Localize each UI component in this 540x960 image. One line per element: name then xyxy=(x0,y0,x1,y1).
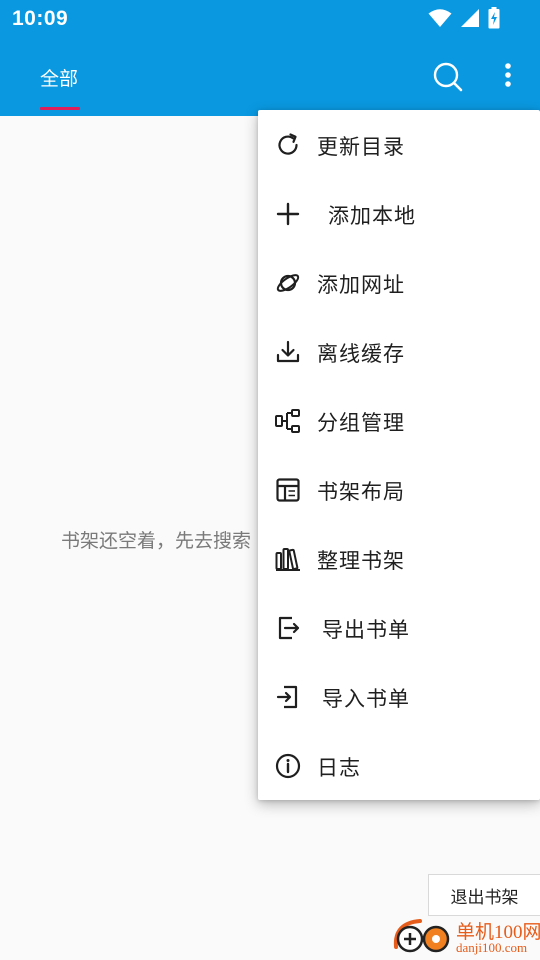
exit-bookshelf-button[interactable]: 退出书架 xyxy=(428,874,540,916)
search-icon xyxy=(433,62,463,92)
battery-icon xyxy=(488,7,500,29)
planet-icon xyxy=(274,269,302,297)
menu-item-group-manage[interactable]: 分组管理 xyxy=(258,386,540,455)
menu-item-label: 导入书单 xyxy=(322,687,410,711)
menu-item-add-url[interactable]: 添加网址 xyxy=(258,248,540,317)
menu-item-label: 书架布局 xyxy=(317,480,405,504)
menu-item-update-catalog[interactable]: 更新目录 xyxy=(258,110,540,179)
plus-icon xyxy=(274,200,302,228)
download-icon xyxy=(274,338,302,366)
info-icon xyxy=(274,752,302,780)
status-icons xyxy=(428,7,500,29)
menu-item-import-booklist[interactable]: 导入书单 xyxy=(258,662,540,731)
menu-item-label: 离线缓存 xyxy=(317,342,405,366)
empty-state-message: 书架还空着，先去搜索 xyxy=(61,530,252,552)
overflow-menu: 更新目录 添加本地 添加网址 离线缓存 分组管理 书架布局 整理书架 导出书单 … xyxy=(258,110,540,800)
menu-item-label: 导出书单 xyxy=(322,618,410,642)
menu-item-label: 整理书架 xyxy=(317,549,405,573)
menu-item-log[interactable]: 日志 xyxy=(258,731,540,800)
export-icon xyxy=(274,614,302,642)
refresh-icon xyxy=(274,131,302,159)
menu-item-label: 日志 xyxy=(317,756,361,780)
tab-indicator xyxy=(40,107,80,110)
menu-item-export-booklist[interactable]: 导出书单 xyxy=(258,593,540,662)
menu-item-label: 添加本地 xyxy=(328,204,416,228)
group-icon xyxy=(274,407,302,435)
tab-all[interactable]: 全部 xyxy=(40,64,78,91)
watermark-logo xyxy=(393,919,450,953)
more-vert-icon xyxy=(505,63,511,87)
signal-icon xyxy=(461,9,479,27)
import-icon xyxy=(274,683,302,711)
wifi-icon xyxy=(428,9,452,27)
layout-icon xyxy=(274,476,302,504)
menu-item-label: 分组管理 xyxy=(317,411,405,435)
menu-item-offline-cache[interactable]: 离线缓存 xyxy=(258,317,540,386)
menu-item-shelf-layout[interactable]: 书架布局 xyxy=(258,455,540,524)
menu-item-label: 添加网址 xyxy=(317,273,405,297)
status-bar: 10:09 xyxy=(0,0,540,38)
app-bar: 全部 xyxy=(0,38,540,116)
more-options-button[interactable] xyxy=(494,60,522,94)
search-button[interactable] xyxy=(430,60,464,94)
watermark: 单机100网 danji100.com xyxy=(390,915,540,960)
status-time: 10:09 xyxy=(12,7,69,30)
menu-item-organize-shelf[interactable]: 整理书架 xyxy=(258,524,540,593)
watermark-url: danji100.com xyxy=(456,940,528,955)
books-icon xyxy=(274,545,302,573)
menu-item-label: 更新目录 xyxy=(317,135,405,159)
menu-item-add-local[interactable]: 添加本地 xyxy=(258,179,540,248)
